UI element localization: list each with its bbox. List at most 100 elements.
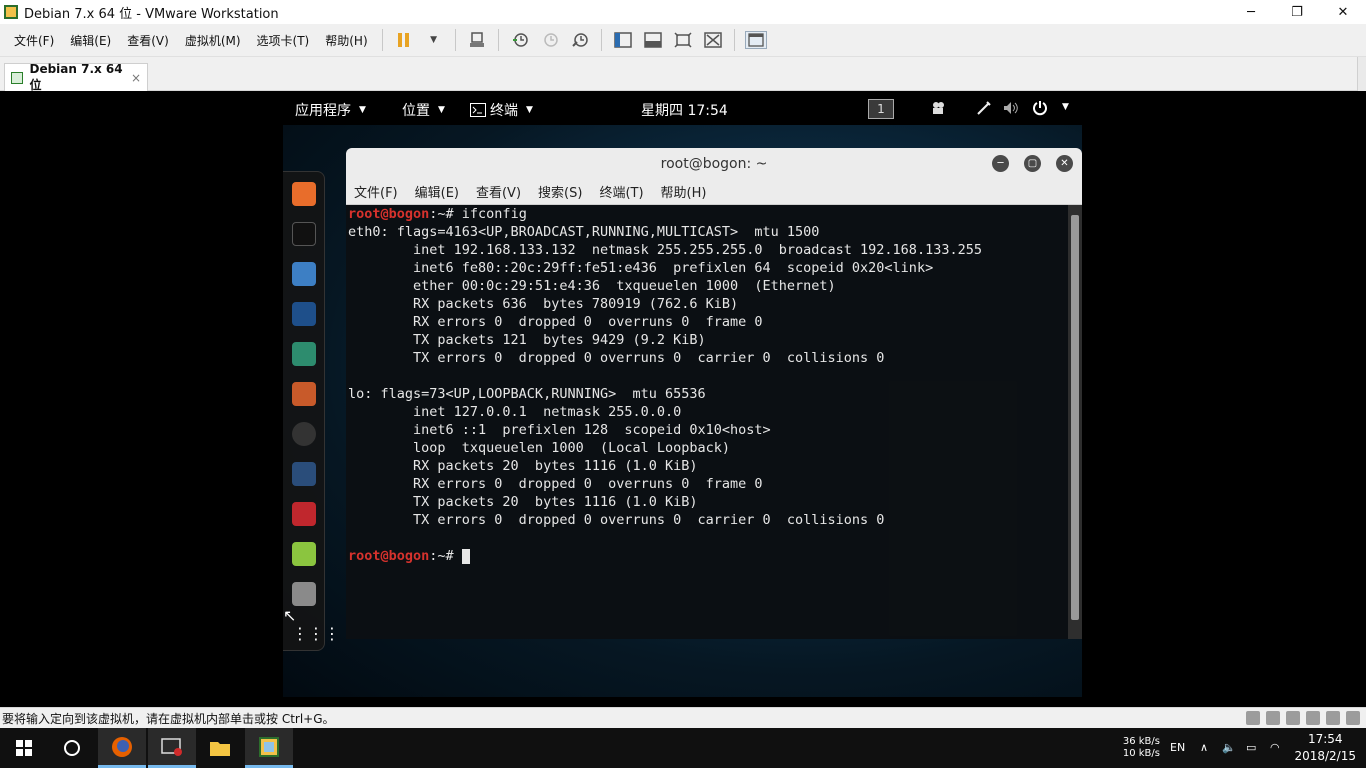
taskbar-firefox-icon[interactable] (98, 728, 146, 768)
terminal-menu-view[interactable]: 查看(V) (476, 182, 521, 201)
prompt-user: root@bogon (348, 206, 430, 222)
sound-card-icon[interactable] (1326, 711, 1340, 725)
battery-icon[interactable]: ▭ (1246, 741, 1256, 754)
pen-icon[interactable] (976, 101, 992, 115)
minimize-icon[interactable]: ─ (992, 155, 1009, 172)
start-button[interactable] (0, 728, 48, 768)
firefox-icon[interactable] (292, 182, 316, 206)
terminal-menu-edit[interactable]: 编辑(E) (415, 182, 459, 201)
menu-vm[interactable]: 虚拟机(M) (177, 32, 249, 49)
toolbar-separator (497, 29, 499, 51)
terminal-icon[interactable] (292, 222, 316, 246)
thumbnail-view-icon[interactable] (744, 31, 767, 49)
printer-icon[interactable] (1306, 711, 1320, 725)
maltego-icon[interactable] (292, 422, 316, 446)
minimize-button[interactable]: ─ (1228, 0, 1274, 24)
menu-file[interactable]: 文件(F) (6, 32, 62, 49)
terminal-app-menu[interactable]: 终端 ▼ (470, 100, 533, 120)
maximize-icon[interactable]: ▢ (1024, 155, 1041, 172)
show-hidden-icons-icon[interactable]: ∧ (1200, 741, 1208, 754)
menu-view[interactable]: 查看(V) (119, 32, 177, 49)
display-icon[interactable] (1346, 711, 1360, 725)
chevron-down-icon: ▼ (438, 105, 445, 115)
chevron-down-icon: ▼ (526, 105, 533, 115)
close-button[interactable]: ✕ (1320, 0, 1366, 24)
guest-desktop[interactable]: 应用程序 ▼ 位置 ▼ 终端 ▼ 星期四 17:54 1 ▼ ⋮⋮⋮ root@… (283, 91, 1082, 697)
snapshot-icon[interactable] (509, 31, 531, 49)
pause-icon (398, 33, 410, 47)
menu-help[interactable]: 帮助(H) (317, 32, 375, 49)
text-cursor (461, 548, 470, 564)
tab-label: Debian 7.x 64 位 (29, 62, 123, 92)
maximize-button[interactable]: ❐ (1274, 0, 1320, 24)
window-titlebar: Debian 7.x 64 位 - VMware Workstation ─ ❐… (0, 0, 1366, 24)
faraday-icon[interactable] (292, 502, 316, 526)
taskbar-explorer-icon[interactable] (196, 728, 244, 768)
terminal-line: RX errors 0 dropped 0 overruns 0 frame 0 (348, 314, 763, 330)
menu-tabs[interactable]: 选项卡(T) (249, 32, 318, 49)
applications-menu[interactable]: 应用程序 ▼ (295, 100, 366, 120)
terminal-scrollbar[interactable] (1068, 205, 1082, 639)
terminal-line: ether 00:0c:29:51:e4:36 txqueuelen 1000 … (348, 278, 836, 294)
taskbar-vmware-icon[interactable] (245, 728, 293, 768)
send-ctrl-alt-del-icon[interactable] (466, 31, 488, 49)
pause-button[interactable] (393, 31, 415, 49)
ime-indicator[interactable]: EN (1170, 741, 1185, 754)
vm-icon (11, 71, 24, 84)
network-adapter-icon[interactable] (1286, 711, 1300, 725)
snapshot-manager-icon[interactable] (569, 31, 591, 49)
cortana-icon[interactable] (48, 728, 96, 768)
terminal-line: loop txqueuelen 1000 (Local Loopback) (348, 440, 731, 456)
wifi-icon[interactable]: ◠ (1270, 741, 1280, 754)
terminal-line: inet6 ::1 prefixlen 128 scopeid 0x10<hos… (348, 422, 771, 438)
terminal-menu-terminal[interactable]: 终端(T) (599, 182, 643, 201)
fullscreen-icon[interactable] (672, 31, 694, 49)
console-view-icon[interactable] (642, 31, 664, 49)
terminal-window[interactable]: root@bogon: ~ ─ ▢ ✕ 文件(F) 编辑(E) 查看(V) 搜索… (346, 148, 1082, 639)
leafpad-icon[interactable] (292, 542, 316, 566)
close-tab-icon[interactable]: × (131, 71, 141, 85)
vm-display[interactable]: 应用程序 ▼ 位置 ▼ 终端 ▼ 星期四 17:54 1 ▼ ⋮⋮⋮ root@… (0, 91, 1366, 707)
menu-edit[interactable]: 编辑(E) (62, 32, 119, 49)
cd-dvd-icon[interactable] (1266, 711, 1280, 725)
terminal-line: TX packets 121 bytes 9429 (9.2 KiB) (348, 332, 706, 348)
unity-icon[interactable] (702, 31, 724, 49)
terminal-output[interactable]: root@bogon:~# ifconfig eth0: flags=4163<U… (346, 205, 1068, 639)
library-view-icon[interactable] (612, 31, 634, 49)
terminal-label: 终端 (490, 103, 518, 119)
power-icon[interactable] (1032, 100, 1048, 116)
tab-debian[interactable]: Debian 7.x 64 位 × (4, 62, 148, 92)
tab-bar: Debian 7.x 64 位 × (0, 57, 1366, 92)
network-speed: 36 kB/s 10 kB/s (1120, 736, 1160, 760)
burpsuite-icon[interactable] (292, 382, 316, 406)
workspace-indicator[interactable]: 1 (868, 99, 894, 119)
clock[interactable]: 星期四 17:54 (641, 100, 728, 120)
clock-date: 2018/2/15 (1294, 749, 1356, 763)
show-apps-icon[interactable]: ⋮⋮⋮ (292, 622, 340, 646)
terminal-menu-file[interactable]: 文件(F) (354, 182, 398, 201)
terminal-menu-search[interactable]: 搜索(S) (538, 182, 582, 201)
revert-snapshot-icon[interactable] (539, 31, 561, 49)
taskbar-task-view-icon[interactable] (148, 728, 196, 768)
chevron-down-icon[interactable]: ▼ (1058, 102, 1069, 112)
close-icon[interactable]: ✕ (1056, 155, 1073, 172)
beef-icon[interactable] (292, 462, 316, 486)
scrollbar-thumb[interactable] (1071, 215, 1079, 620)
terminal-line: inet 127.0.0.1 netmask 255.0.0.0 (348, 404, 682, 420)
volume-icon[interactable] (1003, 101, 1019, 115)
taskbar-clock[interactable]: 17:54 2018/2/15 (1294, 731, 1356, 765)
pause-dropdown-icon[interactable]: ▼ (423, 31, 445, 49)
metasploit-icon[interactable] (292, 302, 316, 326)
prompt-suffix: :~# (429, 548, 462, 564)
video-camera-icon[interactable] (931, 101, 947, 115)
terminal-menu-help[interactable]: 帮助(H) (661, 182, 707, 201)
files-icon[interactable] (292, 262, 316, 286)
speaker-icon[interactable]: 🔈 (1222, 741, 1236, 754)
screenshot-icon[interactable] (292, 582, 316, 606)
terminal-titlebar[interactable]: root@bogon: ~ ─ ▢ ✕ (346, 148, 1082, 179)
places-menu[interactable]: 位置 ▼ (402, 100, 445, 120)
armitage-icon[interactable] (292, 342, 316, 366)
mouse-pointer-icon: ↖ (283, 606, 297, 625)
terminal-title: root@bogon: ~ (660, 155, 768, 172)
hard-disk-icon[interactable] (1246, 711, 1260, 725)
